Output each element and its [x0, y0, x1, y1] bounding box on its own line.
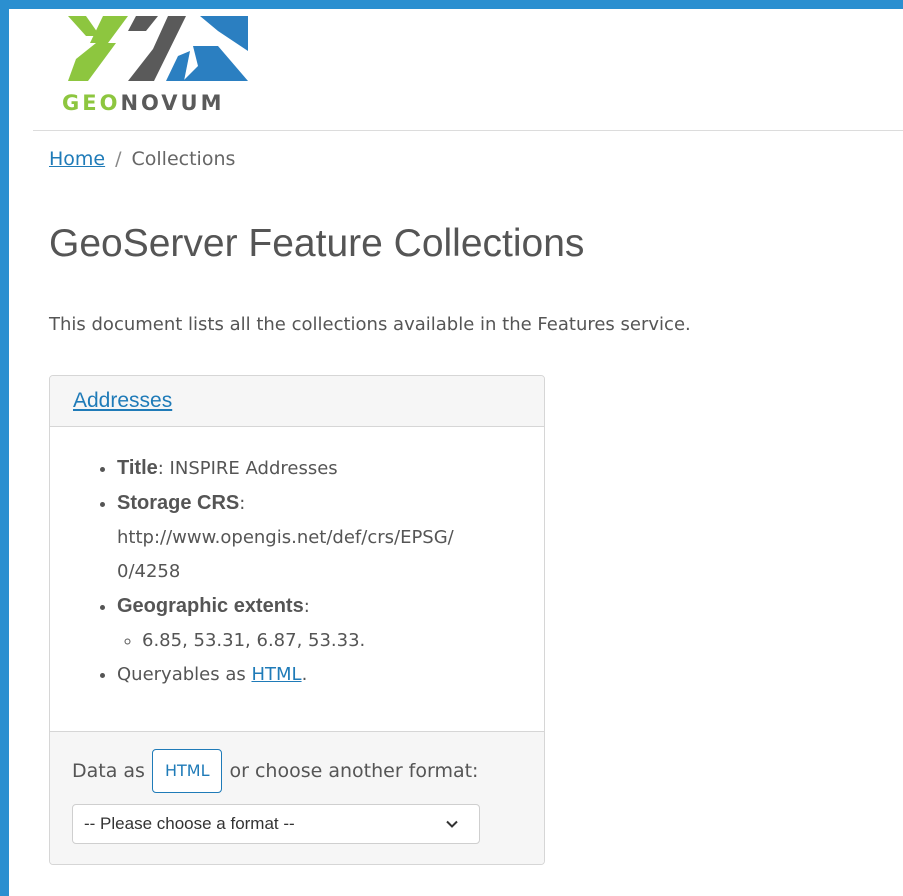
breadcrumb-current: Collections — [131, 148, 236, 170]
format-select-value: -- Please choose a format -- — [84, 814, 295, 833]
logo-geo-text: GEO — [62, 91, 121, 115]
collection-name-link[interactable]: Addresses — [73, 389, 172, 412]
logo-wordmark: GEONOVUM — [62, 91, 225, 115]
queryables-html-link[interactable]: HTML — [251, 664, 301, 685]
storage-crs-value-line1: http://www.opengis.net/def/crs/EPSG/ — [117, 527, 454, 548]
data-as-label: Data as — [72, 760, 145, 782]
extents-value: 6.85, 53.31, 6.87, 53.33. — [142, 624, 524, 658]
collection-properties-list: Title: INSPIRE Addresses Storage CRS:htt… — [72, 451, 524, 692]
storage-crs-label: Storage CRS — [117, 492, 240, 514]
page: GEONOVUM Home / Collections GeoServer Feat… — [9, 9, 903, 896]
extents-sublist: 6.85, 53.31, 6.87, 53.33. — [117, 624, 524, 658]
queryables-prefix: Queryables as — [117, 664, 252, 685]
format-line: Data as HTML or choose another format: — [72, 749, 522, 793]
logo-novum-text: NOVUM — [120, 91, 225, 115]
list-item-queryables: Queryables as HTML. — [117, 658, 524, 692]
geonovum-logo[interactable]: GEONOVUM — [58, 11, 268, 123]
storage-crs-value-line2: 0/4258 — [117, 561, 181, 582]
logo-mark-icon — [68, 16, 248, 81]
queryables-suffix: . — [301, 664, 308, 685]
breadcrumb-separator: / — [115, 148, 122, 170]
collection-card-body: Title: INSPIRE Addresses Storage CRS:htt… — [50, 427, 544, 731]
breadcrumb: Home / Collections — [49, 148, 235, 170]
collection-card-footer: Data as HTML or choose another format: -… — [50, 731, 544, 864]
chevron-down-icon — [446, 820, 458, 828]
breadcrumb-home-link[interactable]: Home — [49, 148, 105, 170]
list-item-geographic-extents: Geographic extents: 6.85, 53.31, 6.87, 5… — [117, 589, 524, 658]
header-divider — [33, 130, 903, 131]
intro-text: This document lists all the collections … — [49, 314, 691, 335]
collection-card-header: Addresses — [50, 376, 544, 427]
title-value: : INSPIRE Addresses — [157, 458, 338, 479]
list-item-storage-crs: Storage CRS:http://www.opengis.net/def/c… — [117, 486, 524, 589]
format-select[interactable]: -- Please choose a format -- — [72, 804, 480, 844]
html-format-button[interactable]: HTML — [151, 749, 223, 793]
choose-format-label: or choose another format: — [229, 760, 479, 782]
title-label: Title — [117, 457, 158, 479]
page-title: GeoServer Feature Collections — [49, 222, 585, 265]
collection-card: Addresses Title: INSPIRE Addresses Stora… — [49, 375, 545, 865]
geographic-extents-label: Geographic extents — [117, 595, 304, 617]
list-item-title: Title: INSPIRE Addresses — [117, 451, 524, 486]
